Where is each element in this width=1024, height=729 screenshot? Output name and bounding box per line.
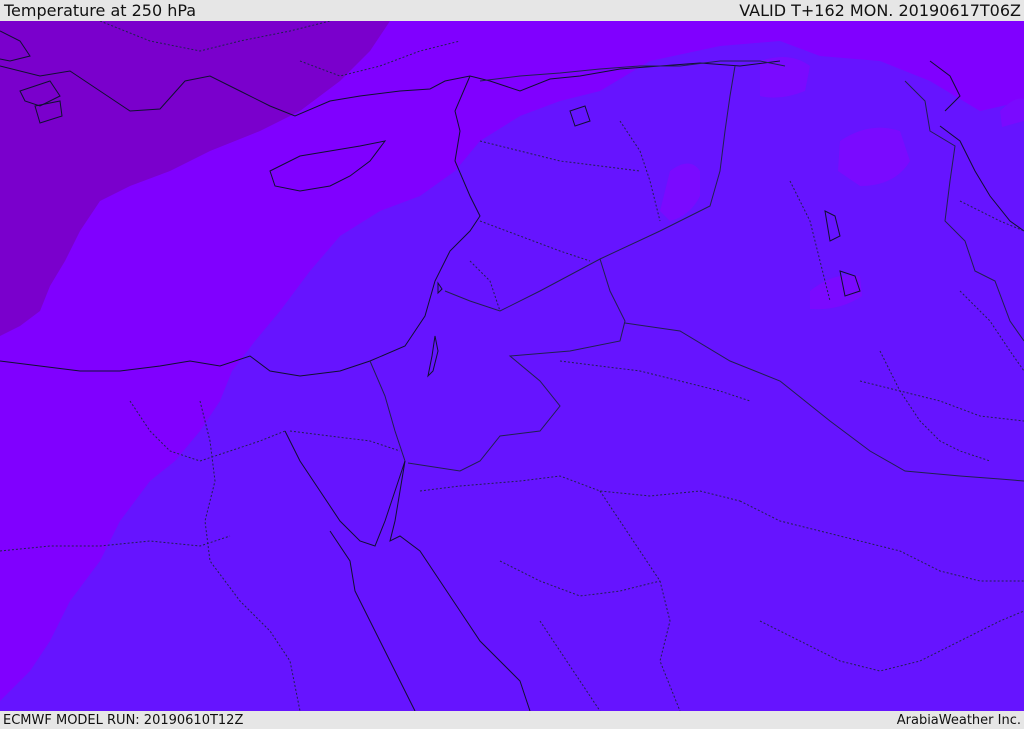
model-run: ECMWF MODEL RUN: 20190610T12Z xyxy=(3,712,244,728)
map-canvas xyxy=(0,21,1024,711)
credit: ArabiaWeather Inc. xyxy=(896,712,1021,728)
temp-patch xyxy=(760,57,810,98)
valid-time: VALID T+162 MON. 20190617T06Z xyxy=(739,0,1021,20)
header-bar: Temperature at 250 hPa VALID T+162 MON. … xyxy=(0,0,1024,21)
temperature-map[interactable] xyxy=(0,21,1024,711)
footer-bar: ECMWF MODEL RUN: 20190610T12Z ArabiaWeat… xyxy=(0,711,1024,729)
map-title: Temperature at 250 hPa xyxy=(4,0,197,20)
